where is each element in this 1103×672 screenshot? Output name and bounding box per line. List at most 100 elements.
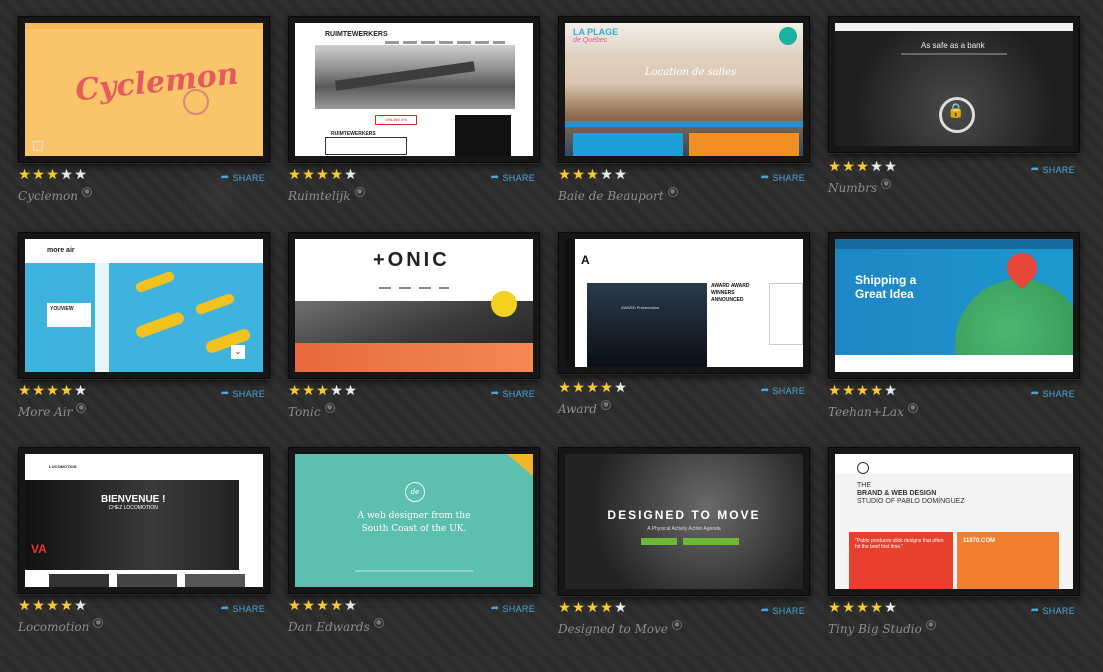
star-rating[interactable]: ★ ★ ★ ★ ★: [288, 599, 357, 614]
star-icon[interactable]: ★: [600, 601, 613, 615]
site-title[interactable]: Designed to Move: [558, 622, 668, 636]
thumbnail-frame[interactable]: As safe as a bank 🔒: [828, 16, 1080, 153]
info-icon[interactable]: ●: [93, 618, 104, 628]
thumbnail-locomotion[interactable]: LOCOMOTION BIENVENUE ! CHEZ LOCOMOTION V…: [25, 454, 263, 587]
star-icon[interactable]: ★: [344, 168, 357, 182]
star-icon[interactable]: ★: [316, 168, 329, 182]
thumbnail-frame[interactable]: LA PLAGE de Québec Location de salles: [558, 16, 810, 163]
share-button[interactable]: ➦ SHARE: [491, 603, 535, 614]
star-rating[interactable]: ★ ★ ★ ★ ★: [828, 384, 897, 399]
star-icon[interactable]: ★: [558, 601, 571, 615]
info-icon[interactable]: ●: [925, 620, 936, 630]
star-icon[interactable]: ★: [842, 601, 855, 615]
site-title[interactable]: Tonic: [288, 405, 321, 419]
thumbnail-frame[interactable]: LOCOMOTION BIENVENUE ! CHEZ LOCOMOTION V…: [18, 447, 270, 594]
share-button[interactable]: ➦ SHARE: [491, 172, 535, 183]
thumbnail-dan-edwards[interactable]: de A web designer from the South Coast o…: [295, 454, 533, 587]
star-icon[interactable]: ★: [586, 168, 599, 182]
star-icon[interactable]: ★: [60, 168, 73, 182]
thumbnail-teehan[interactable]: Shipping a Great Idea: [835, 239, 1073, 372]
thumbnail-frame[interactable]: THE BRAND & WEB DESIGN STUDIO OF PABLO D…: [828, 447, 1080, 596]
star-rating[interactable]: ★ ★ ★ ★ ★: [558, 601, 627, 616]
site-title[interactable]: Teehan+Lax: [828, 405, 904, 419]
star-icon[interactable]: ★: [288, 168, 301, 182]
info-icon[interactable]: ●: [354, 187, 365, 197]
thumbnail-frame[interactable]: DESIGNED TO MOVE A Physical Activity Act…: [558, 447, 810, 596]
site-title[interactable]: Ruimtelijk: [288, 189, 351, 203]
star-icon[interactable]: ★: [842, 384, 855, 398]
star-icon[interactable]: ★: [572, 601, 585, 615]
thumbnail-frame[interactable]: more air YOUVIEW ⌄: [18, 232, 270, 379]
star-icon[interactable]: ★: [302, 599, 315, 613]
star-icon[interactable]: ★: [46, 168, 59, 182]
star-icon[interactable]: ★: [842, 160, 855, 174]
star-icon[interactable]: ★: [870, 601, 883, 615]
thumbnail-numbrs[interactable]: As safe as a bank 🔒: [835, 23, 1073, 146]
site-title[interactable]: Cyclemon: [18, 189, 78, 203]
thumbnail-frame[interactable]: Cyclemon: [18, 16, 270, 163]
star-rating[interactable]: ★ ★ ★ ★ ★: [828, 160, 897, 175]
share-button[interactable]: ➦ SHARE: [491, 388, 535, 399]
star-icon[interactable]: ★: [32, 168, 45, 182]
info-icon[interactable]: ●: [667, 187, 678, 197]
star-rating[interactable]: ★ ★ ★ ★ ★: [288, 384, 357, 399]
star-icon[interactable]: ★: [558, 381, 571, 395]
thumbnail-frame[interactable]: +ONIC: [288, 232, 540, 379]
star-icon[interactable]: ★: [316, 599, 329, 613]
star-rating[interactable]: ★ ★ ★ ★ ★: [558, 381, 627, 396]
thumbnail-ruimtelijk[interactable]: RUIMTEWERKERS ONLINE EN RUIMTEWERKERS: [295, 23, 533, 156]
star-icon[interactable]: ★: [572, 381, 585, 395]
thumbnail-baie[interactable]: LA PLAGE de Québec Location de salles: [565, 23, 803, 156]
star-rating[interactable]: ★ ★ ★ ★ ★: [288, 168, 357, 183]
online-button[interactable]: ONLINE EN: [375, 115, 417, 125]
thumbnail-frame[interactable]: RUIMTEWERKERS ONLINE EN RUIMTEWERKERS: [288, 16, 540, 163]
thumbnail-tonic[interactable]: +ONIC: [295, 239, 533, 372]
star-icon[interactable]: ★: [288, 384, 301, 398]
info-icon[interactable]: ●: [76, 403, 87, 413]
star-icon[interactable]: ★: [316, 384, 329, 398]
star-icon[interactable]: ★: [302, 168, 315, 182]
star-icon[interactable]: ★: [586, 601, 599, 615]
star-icon[interactable]: ★: [856, 384, 869, 398]
star-icon[interactable]: ★: [18, 599, 31, 613]
youview-card[interactable]: YOUVIEW: [47, 303, 91, 327]
scroll-down-icon[interactable]: ⌄: [231, 345, 245, 359]
star-icon[interactable]: ★: [614, 601, 627, 615]
share-button[interactable]: ➦ SHARE: [761, 385, 805, 396]
star-rating[interactable]: ★ ★ ★ ★ ★: [18, 384, 87, 399]
info-icon[interactable]: ●: [324, 403, 335, 413]
star-icon[interactable]: ★: [32, 599, 45, 613]
star-icon[interactable]: ★: [828, 384, 841, 398]
thumbnail-cyclemon[interactable]: Cyclemon: [25, 23, 263, 156]
share-button[interactable]: ➦ SHARE: [221, 603, 265, 614]
thumbnail-more-air[interactable]: more air YOUVIEW ⌄: [25, 239, 263, 372]
star-icon[interactable]: ★: [344, 384, 357, 398]
star-icon[interactable]: ★: [18, 168, 31, 182]
star-icon[interactable]: ★: [46, 384, 59, 398]
share-button[interactable]: ➦ SHARE: [221, 388, 265, 399]
info-icon[interactable]: ●: [671, 620, 682, 630]
star-rating[interactable]: ★ ★ ★ ★ ★: [828, 601, 897, 616]
thumbnail-award[interactable]: A AWARD Presentation AWARD AWARD WINNERS…: [565, 239, 803, 367]
site-title[interactable]: Numbrs: [828, 181, 877, 195]
site-title[interactable]: Award: [558, 402, 597, 416]
star-icon[interactable]: ★: [60, 599, 73, 613]
site-title[interactable]: Dan Edwards: [288, 620, 370, 634]
star-icon[interactable]: ★: [344, 599, 357, 613]
star-rating[interactable]: ★ ★ ★ ★ ★: [18, 168, 87, 183]
star-icon[interactable]: ★: [558, 168, 571, 182]
star-icon[interactable]: ★: [870, 384, 883, 398]
share-button[interactable]: ➦ SHARE: [761, 172, 805, 183]
star-icon[interactable]: ★: [828, 160, 841, 174]
thumbnail-designed-to-move[interactable]: DESIGNED TO MOVE A Physical Activity Act…: [565, 454, 803, 589]
star-icon[interactable]: ★: [32, 384, 45, 398]
star-icon[interactable]: ★: [74, 168, 87, 182]
star-icon[interactable]: ★: [74, 599, 87, 613]
star-icon[interactable]: ★: [856, 160, 869, 174]
share-button[interactable]: ➦ SHARE: [221, 172, 265, 183]
star-icon[interactable]: ★: [600, 168, 613, 182]
star-rating[interactable]: ★ ★ ★ ★ ★: [18, 599, 87, 614]
star-icon[interactable]: ★: [572, 168, 585, 182]
info-icon[interactable]: ●: [881, 179, 892, 189]
info-icon[interactable]: ●: [600, 400, 611, 410]
